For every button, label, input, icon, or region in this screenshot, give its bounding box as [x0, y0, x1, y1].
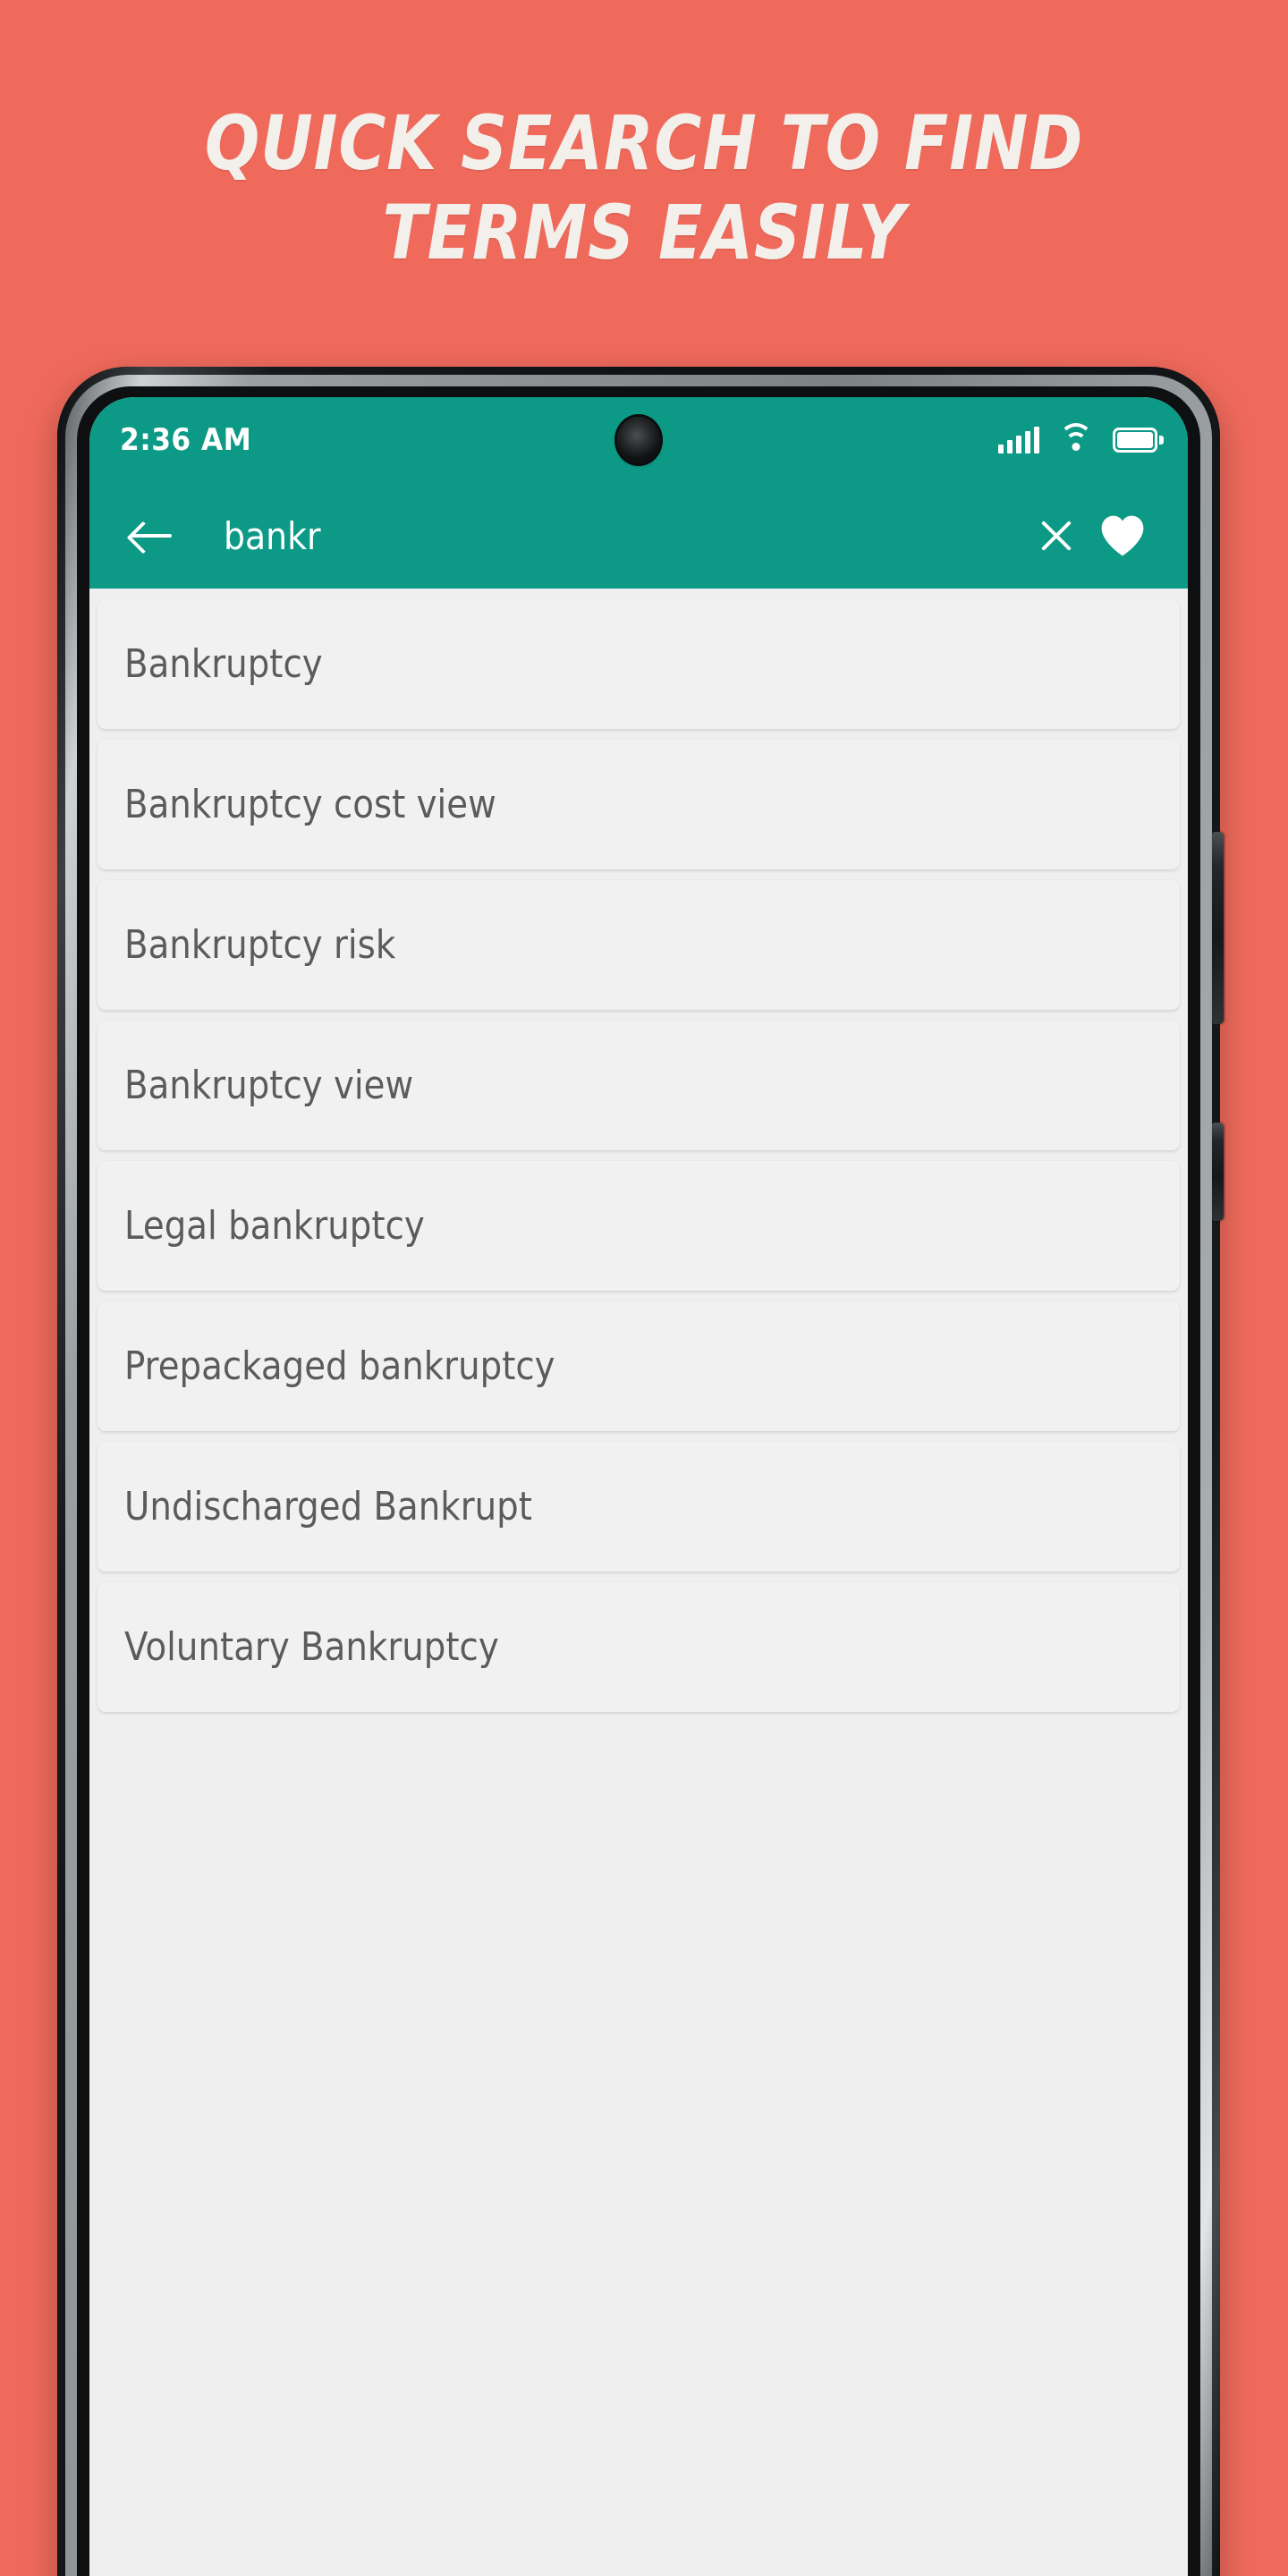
list-item[interactable]: Prepackaged bankruptcy [97, 1301, 1180, 1431]
clear-search-button[interactable] [1023, 503, 1089, 569]
favorites-button[interactable] [1089, 503, 1156, 569]
list-item[interactable]: Undischarged Bankrupt [97, 1442, 1180, 1572]
promo-headline-line-2: TERMS EASILY [382, 188, 906, 276]
list-item-label: Bankruptcy view [124, 1063, 414, 1108]
list-item-label: Voluntary Bankruptcy [124, 1624, 499, 1670]
phone-screen: 2:36 AM bankr Bankruptcy Bankruptcy cost… [89, 397, 1188, 2576]
close-icon [1037, 516, 1076, 555]
front-camera-icon [617, 417, 660, 463]
list-item-label: Bankruptcy risk [124, 922, 396, 968]
list-item[interactable]: Bankruptcy risk [97, 880, 1180, 1010]
volume-rocker-button[interactable] [1212, 832, 1224, 1024]
list-item[interactable]: Voluntary Bankruptcy [97, 1582, 1180, 1712]
heart-icon [1101, 515, 1144, 556]
promo-headline-line-1: QUICK SEARCH TO FIND [204, 99, 1084, 187]
list-item[interactable]: Bankruptcy cost view [97, 740, 1180, 869]
promo-banner: QUICK SEARCH TO FIND TERMS EASILY 2:36 A… [0, 0, 1288, 2576]
power-button[interactable] [1212, 1123, 1224, 1221]
back-button[interactable] [118, 503, 184, 569]
app-bar: bankr [89, 483, 1188, 589]
list-item-label: Bankruptcy [124, 641, 323, 687]
list-item[interactable]: Legal bankruptcy [97, 1161, 1180, 1291]
search-results-list[interactable]: Bankruptcy Bankruptcy cost view Bankrupt… [89, 589, 1188, 2576]
wifi-icon [1059, 423, 1093, 453]
status-bar-time: 2:36 AM [120, 422, 252, 458]
list-item[interactable]: Bankruptcy view [97, 1021, 1180, 1150]
list-item-label: Legal bankruptcy [124, 1203, 425, 1249]
search-input[interactable]: bankr [224, 514, 944, 558]
list-item-label: Bankruptcy cost view [124, 782, 496, 827]
phone-mockup: 2:36 AM bankr Bankruptcy Bankruptcy cost… [57, 367, 1224, 2576]
list-item-label: Undischarged Bankrupt [124, 1484, 532, 1530]
battery-icon [1113, 428, 1164, 453]
back-arrow-icon [131, 519, 172, 553]
signal-bars-icon [998, 427, 1039, 453]
promo-headline: QUICK SEARCH TO FIND TERMS EASILY [90, 99, 1198, 276]
status-bar-icons [998, 423, 1164, 453]
status-bar: 2:36 AM [89, 397, 1188, 483]
list-item-label: Prepackaged bankruptcy [124, 1343, 555, 1389]
list-item[interactable]: Bankruptcy [97, 599, 1180, 729]
